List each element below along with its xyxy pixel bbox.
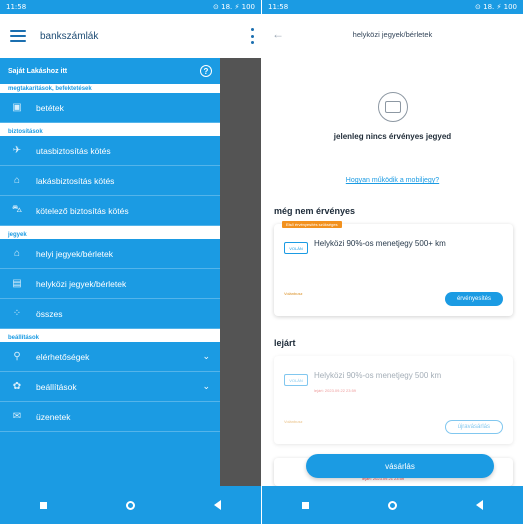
right-screen: 11:58 ⊙ 18. ⚡ 100 ← helyközi jegyek/bérl… — [262, 0, 523, 524]
status-indicators: ⊙ 18. ⚡ 100 — [213, 3, 255, 11]
back-icon[interactable] — [476, 500, 484, 510]
empty-state-text: jelenleg nincs érvényes jegyed — [333, 132, 452, 141]
drawer-item-label: utasbiztosítás kötés — [36, 145, 111, 156]
drawer-item-car-insurance[interactable]: ⛍ kötelező biztosítás kötés — [0, 196, 220, 226]
chevron-down-icon: ⌄ — [202, 351, 210, 361]
drawer-header: Saját Lakáshoz itt ? — [0, 58, 220, 84]
expiry-date: lejárt: 2023.09.22 23:59 — [314, 388, 357, 393]
bus-icon: ▤ — [12, 278, 22, 289]
status-bar: 11:58 ⊙ 18. ⚡ 100 — [0, 0, 261, 14]
grid-icon: ⁘ — [12, 308, 22, 319]
ticket-type-icon: VOLÁN — [284, 374, 308, 386]
empty-state: jelenleg nincs érvényes jegyed — [262, 54, 523, 141]
ticket-card[interactable]: VOLÁN Helyközi 90%-os menetjegy 500 km l… — [274, 356, 513, 444]
rebuy-button[interactable]: újravásárlás — [444, 420, 503, 434]
deposit-icon: ▣ — [12, 102, 22, 113]
buy-button[interactable]: vásárlás — [306, 454, 494, 478]
drawer-scrim[interactable] — [220, 58, 261, 486]
section-tickets: jegyek — [0, 230, 220, 239]
home-icon: ⌂ — [13, 175, 21, 186]
ticket-title: Helyközi 90%-os menetjegy 500+ km — [314, 239, 446, 248]
drawer-item-label: üzenetek — [36, 411, 71, 422]
home-button-icon[interactable] — [387, 500, 397, 510]
drawer-item-label: kötelező biztosítás kötés — [36, 205, 129, 216]
page-title: bankszámlák — [40, 30, 99, 42]
drawer-item-label: összes — [36, 308, 63, 319]
drawer-item-label: helyközi jegyek/bérletek — [36, 278, 127, 289]
howto-link[interactable]: Hogyan működik a mobiljegy? — [262, 177, 523, 184]
drawer-item-travel-insurance[interactable]: ✈ utasbiztosítás kötés — [0, 136, 220, 166]
drawer-item-label: lakásbiztosítás kötés — [36, 175, 115, 186]
recents-icon[interactable] — [39, 501, 47, 509]
drawer-item-label: beállítások — [36, 381, 77, 392]
brand-logo: Volánbusz — [284, 419, 303, 424]
tram-icon: ⌂ — [13, 248, 21, 259]
ticket-type-icon: VOLÁN — [284, 242, 308, 254]
gear-icon: ✿ — [12, 381, 22, 392]
status-indicators: ⊙ 18. ⚡ 100 — [475, 3, 517, 11]
brand-logo: Volánbusz — [284, 291, 303, 296]
drawer-item-local-tickets[interactable]: ⌂ helyi jegyek/bérletek — [0, 239, 220, 269]
recents-icon[interactable] — [301, 501, 309, 509]
system-nav-bar — [262, 486, 523, 524]
page-title: helyközi jegyek/bérletek — [352, 29, 433, 39]
drawer-item-settings[interactable]: ✿ beállítások ⌄ — [0, 372, 220, 402]
section-pending: még nem érvényes — [274, 206, 356, 216]
drawer-item-messages[interactable]: ✉ üzenetek — [0, 402, 220, 432]
help-icon[interactable]: ? — [200, 65, 212, 77]
drawer-item-home-insurance[interactable]: ⌂ lakásbiztosítás kötés — [0, 166, 220, 196]
drawer-item-deposits[interactable]: ▣ betétek — [0, 93, 220, 123]
drawer-item-label: betétek — [36, 102, 64, 113]
car-icon: ⛍ — [11, 204, 23, 215]
section-insurance: biztosítások — [0, 127, 220, 136]
plane-icon: ✈ — [12, 145, 22, 156]
system-nav-bar — [0, 486, 261, 524]
drawer-item-contacts[interactable]: ⚲ elérhetőségek ⌄ — [0, 342, 220, 372]
drawer-item-intercity-tickets[interactable]: ▤ helyközi jegyek/bérletek — [0, 269, 220, 299]
chevron-down-icon: ⌄ — [202, 381, 210, 391]
mail-icon: ✉ — [12, 411, 22, 422]
more-options-icon[interactable] — [251, 28, 255, 44]
ticket-card[interactable]: Első érvényesítés szükséges VOLÁN Helykö… — [274, 221, 513, 316]
validate-button[interactable]: érvényesítés — [444, 292, 503, 306]
back-icon[interactable] — [214, 500, 222, 510]
status-time: 11:58 — [6, 3, 27, 11]
section-savings: megtakarítások, befektetések — [0, 84, 220, 93]
ticket-icon — [377, 92, 408, 122]
navigation-drawer: Saját Lakáshoz itt ? megtakarítások, bef… — [0, 58, 220, 486]
app-bar: ← helyközi jegyek/bérletek — [262, 14, 523, 54]
location-icon: ⚲ — [13, 351, 21, 362]
status-bar: 11:58 ⊙ 18. ⚡ 100 — [262, 0, 523, 14]
drawer-header-text: Saját Lakáshoz itt — [8, 67, 68, 75]
status-badge: Első érvényesítés szükséges — [282, 221, 342, 228]
menu-icon[interactable] — [10, 30, 26, 42]
left-screen: 11:58 ⊙ 18. ⚡ 100 bankszámlák Saját Laká… — [0, 0, 261, 524]
section-expired: lejárt — [274, 338, 296, 348]
ticket-title: Helyközi 90%-os menetjegy 500 km — [314, 371, 442, 380]
section-settings: beállítások — [0, 333, 220, 342]
drawer-item-all[interactable]: ⁘ összes — [0, 299, 220, 329]
drawer-item-label: helyi jegyek/bérletek — [36, 248, 114, 259]
app-bar: bankszámlák — [0, 14, 261, 58]
home-button-icon[interactable] — [125, 500, 135, 510]
drawer-item-label: elérhetőségek — [36, 351, 90, 362]
status-time: 11:58 — [268, 3, 289, 11]
